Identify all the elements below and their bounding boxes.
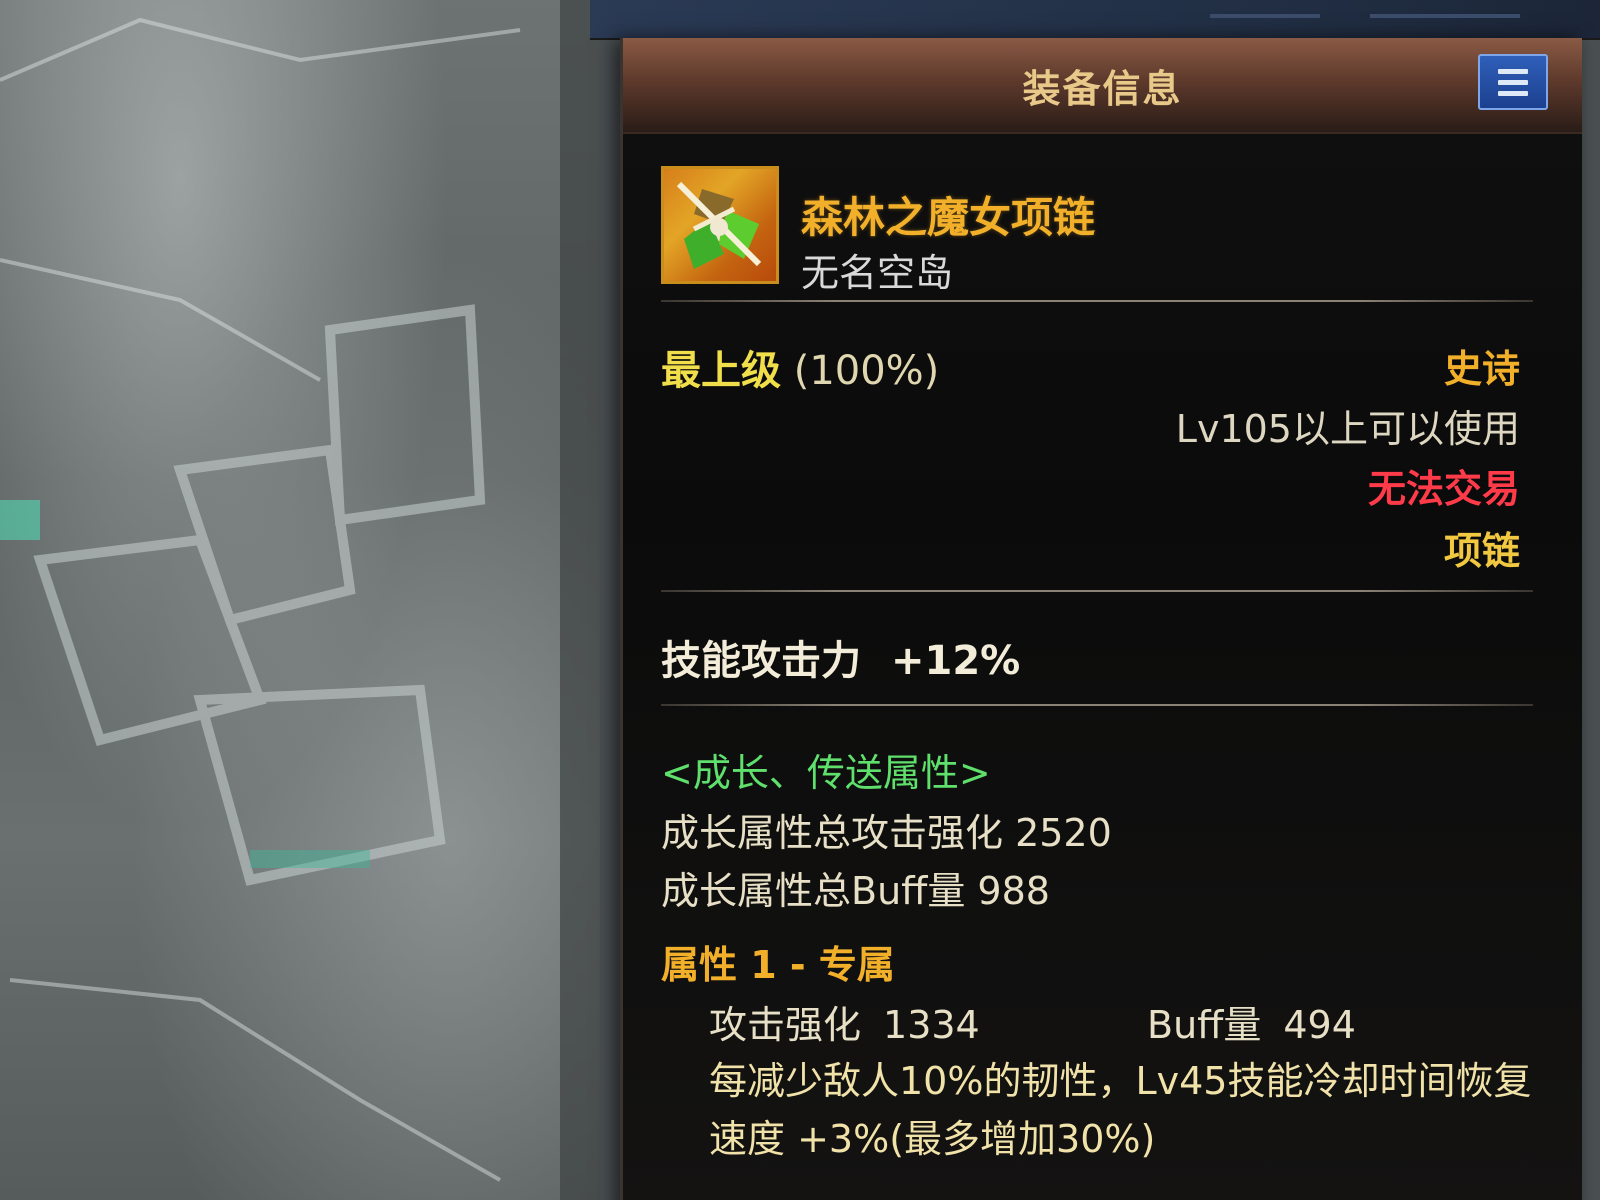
necklace-item-icon[interactable] bbox=[661, 166, 779, 284]
stat-value: +12% bbox=[891, 638, 1021, 684]
attack-label: 攻击强化 bbox=[709, 1003, 862, 1047]
divider bbox=[661, 300, 1533, 302]
menu-button[interactable] bbox=[1478, 54, 1548, 110]
attribute-1-title: 属性 1 - 专属 bbox=[661, 943, 895, 987]
window-title: 装备信息 bbox=[1022, 67, 1183, 111]
window-title-bar[interactable]: 装备信息 bbox=[623, 38, 1582, 134]
attack-value: 1334 bbox=[883, 1003, 980, 1047]
trade-status: 无法交易 bbox=[1367, 467, 1520, 511]
item-source: 无名空岛 bbox=[801, 251, 954, 295]
buff-stat: Buff量 494 bbox=[1147, 994, 1356, 1049]
growth-total-buff: 成长属性总Buff量 988 bbox=[661, 869, 1050, 913]
menu-icon bbox=[1498, 66, 1528, 99]
game-background bbox=[0, 0, 600, 1200]
level-requirement: Lv105以上可以使用 bbox=[1175, 407, 1520, 451]
attribute-1-stats: 攻击强化 1334 Buff量 494 bbox=[709, 994, 1356, 1049]
equipment-slot: 项链 bbox=[1443, 529, 1520, 573]
buff-value: 494 bbox=[1283, 1003, 1356, 1047]
window-frame-top bbox=[590, 0, 1600, 40]
frame-decoration bbox=[1370, 14, 1520, 18]
item-quality: 最上级 (100%) bbox=[661, 338, 939, 396]
divider bbox=[661, 704, 1533, 706]
quality-grade: 最上级 bbox=[661, 348, 781, 394]
skill-attack-stat: 技能攻击力 +12% bbox=[661, 628, 1020, 686]
item-name: 森林之魔女项链 bbox=[801, 193, 1096, 242]
growth-total-attack: 成长属性总攻击强化 2520 bbox=[661, 811, 1112, 855]
quality-percent: (100%) bbox=[793, 348, 940, 394]
attribute-1-description: 每减少敌人10%的韧性，Lv45技能冷却时间恢复速度 +3%(最多增加30%) bbox=[709, 1059, 1532, 1161]
rarity-label: 史诗 bbox=[1443, 347, 1520, 391]
equipment-info-window: 装备信息 森林之魔女项链 无名空岛 最上级 (100%) 史诗 Lv105以上可… bbox=[620, 38, 1582, 1200]
stat-label: 技能攻击力 bbox=[661, 638, 861, 684]
growth-section-header: <成长、传送属性> bbox=[661, 751, 991, 795]
buff-label: Buff量 bbox=[1147, 1003, 1262, 1047]
frame-decoration bbox=[1210, 14, 1320, 18]
divider bbox=[661, 590, 1533, 592]
screen: 装备信息 森林之魔女项链 无名空岛 最上级 (100%) 史诗 Lv105以上可… bbox=[0, 0, 1600, 1200]
